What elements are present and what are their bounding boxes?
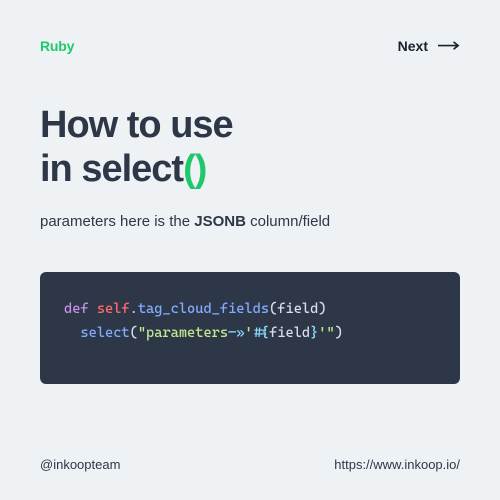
code-str-3: '" bbox=[318, 325, 334, 341]
title-line-2-prefix: in select bbox=[40, 148, 183, 190]
footer-url: https://www.inkoop.io/ bbox=[334, 457, 460, 472]
code-str-1: "parameters bbox=[138, 325, 228, 341]
footer: @inkoopteam https://www.inkoop.io/ bbox=[40, 457, 460, 472]
header: Ruby Next bbox=[40, 38, 460, 54]
code-call: select bbox=[80, 325, 129, 341]
code-call-lparen: ( bbox=[130, 325, 138, 341]
subtitle-prefix: parameters here is the bbox=[40, 213, 194, 230]
subtitle: parameters here is the JSONB column/fiel… bbox=[40, 213, 460, 230]
title-accent: () bbox=[183, 148, 206, 190]
next-button[interactable]: Next bbox=[398, 38, 460, 54]
code-keyword-def: def bbox=[64, 301, 89, 317]
next-label: Next bbox=[398, 38, 428, 54]
code-self: self bbox=[97, 301, 130, 317]
code-param: field bbox=[277, 301, 318, 317]
code-block: def self.tag_cloud_fields(field) select(… bbox=[40, 272, 460, 384]
code-str-2: ' bbox=[244, 325, 252, 341]
code-dot: . bbox=[130, 301, 138, 317]
arrow-right-icon bbox=[438, 41, 460, 51]
footer-handle: @inkoopteam bbox=[40, 457, 120, 472]
code-interp-open: #{ bbox=[253, 325, 269, 341]
code-rparen: ) bbox=[318, 301, 326, 317]
page-title: How to use in select() bbox=[40, 104, 460, 191]
code-method-name: tag_cloud_fields bbox=[138, 301, 269, 317]
category-label: Ruby bbox=[40, 38, 74, 54]
code-arrow-op: —» bbox=[228, 325, 244, 341]
subtitle-bold: JSONB bbox=[194, 213, 246, 230]
title-line-1: How to use bbox=[40, 104, 233, 146]
code-interp-var: field bbox=[269, 325, 310, 341]
subtitle-suffix: column/field bbox=[246, 213, 330, 230]
code-call-rparen: ) bbox=[335, 325, 343, 341]
